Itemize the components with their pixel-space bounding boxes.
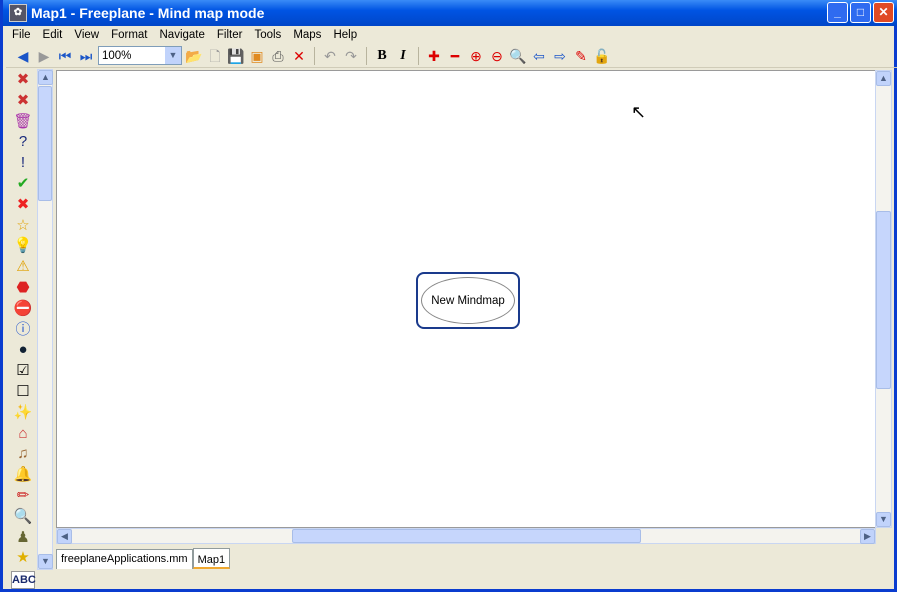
menu-tools[interactable]: Tools [248,29,287,41]
scroll-left-button[interactable]: ◀ [57,529,72,544]
unfold-icon[interactable]: ⊕ [467,47,485,65]
menu-bar: File Edit View Format Navigate Filter To… [6,26,897,44]
menu-edit[interactable]: Edit [37,29,69,41]
title-bar: ✿ Map1 - Freeplane - Mind map mode _ □ ✕ [3,0,897,26]
chevron-down-icon[interactable]: ▼ [165,47,181,64]
menu-view[interactable]: View [68,29,105,41]
spellcheck-icon[interactable]: ABC [11,571,36,589]
stop-sign-icon[interactable]: ⛔ [13,298,33,319]
bold-button[interactable]: B [373,47,391,65]
italic-button[interactable]: I [394,47,412,65]
menu-navigate[interactable]: Navigate [154,29,211,41]
tab-freeplane-applications[interactable]: freeplaneApplications.mm [56,549,193,569]
map-canvas[interactable]: New Mindmap [56,70,876,528]
open-icon[interactable]: 📂 [185,47,203,65]
new-map-icon[interactable]: 🗋 [206,47,224,65]
icon-toolbar-scrollbar[interactable]: ▲ ▼ [37,69,53,570]
find-next-icon[interactable]: ⇨ [551,47,569,65]
minimize-button[interactable]: _ [827,2,848,23]
scroll-thumb[interactable] [38,86,52,201]
app-window: ✿ Map1 - Freeplane - Mind map mode _ □ ✕… [0,0,897,592]
back-icon[interactable]: ◀ [14,47,32,65]
bomb-icon[interactable]: ● [13,339,33,360]
menu-format[interactable]: Format [105,29,153,41]
stamp-icon[interactable]: ♟ [13,527,33,548]
unlock-icon[interactable]: 🔓 [593,47,611,65]
icon-toolbar: ✖ ✖ 🗑?! ✔ ✖ ☆ 💡 ⚠ ⬣ ⛔ ⓘ ● ☑ ☐ ✨ ⌂ ♫ 🔔 ✏ 🔍 ♟ ★ [9,69,37,569]
separator [418,46,419,65]
previous-map-icon[interactable]: ⏮ [56,47,74,65]
scroll-down-button[interactable]: ▼ [38,554,53,569]
tab-map1[interactable]: Map1 [192,548,231,569]
scroll-up-button[interactable]: ▲ [876,71,891,86]
scroll-right-button[interactable]: ▶ [860,529,875,544]
window-title: Map1 - Freeplane - Mind map mode [31,5,265,21]
wizard-icon[interactable]: ✨ [13,402,33,423]
star2-icon[interactable]: ★ [13,547,33,568]
scroll-up-button[interactable]: ▲ [38,70,53,85]
checked-icon[interactable]: ☑ [13,360,33,381]
root-node[interactable]: New Mindmap [416,272,520,329]
separator [366,46,367,65]
bell-icon[interactable]: 🔔 [13,464,33,485]
pencil-icon[interactable]: ✏ [13,485,33,506]
stop-icon[interactable]: ⬣ [13,277,33,298]
find-icon[interactable]: 🔍 [509,47,527,65]
scroll-down-button[interactable]: ▼ [876,512,891,527]
help-icon[interactable]: ? [13,131,33,152]
maximize-button[interactable]: □ [850,2,871,23]
cancel-icon[interactable]: ✖ [13,194,33,215]
save-all-icon[interactable]: ▣ [248,47,266,65]
toolbar: ◀ ▶ ⏮ ⏭ 100% ▼ 📂 🗋 💾 ▣ ⎙ ✕ ↶ ↷ B I ✚ ━ ⊕ … [6,44,897,68]
print-icon[interactable]: ⎙ [269,47,287,65]
important-icon[interactable]: ! [13,152,33,173]
remove-cloud-icon[interactable]: ━ [446,47,464,65]
scroll-thumb[interactable] [292,529,641,543]
separator [314,46,315,65]
find-previous-icon[interactable]: ⇦ [530,47,548,65]
root-node-text[interactable]: New Mindmap [421,277,515,324]
close-map-icon[interactable]: ✕ [290,47,308,65]
mouse-cursor-icon: ↖ [631,102,647,122]
idea-icon[interactable]: 💡 [13,235,33,256]
music-icon[interactable]: ♫ [13,443,33,464]
warning-icon[interactable]: ⚠ [13,256,33,277]
menu-help[interactable]: Help [327,29,363,41]
scroll-thumb[interactable] [876,211,891,389]
remove-last-icon[interactable]: ✖ [13,90,33,111]
next-map-icon[interactable]: ⏭ [77,47,95,65]
menu-filter[interactable]: Filter [211,29,249,41]
save-icon[interactable]: 💾 [227,47,245,65]
forward-icon[interactable]: ▶ [35,47,53,65]
undo-icon[interactable]: ↶ [321,47,339,65]
redo-icon[interactable]: ↷ [342,47,360,65]
magnifier-icon[interactable]: 🔍 [13,506,33,527]
remove-all-icon[interactable]: 🗑 [13,111,33,132]
close-button[interactable]: ✕ [873,2,894,23]
home-icon[interactable]: ⌂ [13,423,33,444]
zoom-select[interactable]: 100% ▼ [98,46,182,65]
map-horizontal-scrollbar[interactable]: ◀ ▶ [56,528,876,544]
zoom-value: 100% [102,49,132,62]
map-vertical-scrollbar[interactable]: ▲ ▼ [875,70,892,528]
add-cloud-icon[interactable]: ✚ [425,47,443,65]
fold-icon[interactable]: ⊖ [488,47,506,65]
info-icon[interactable]: ⓘ [13,319,33,340]
menu-file[interactable]: File [6,29,37,41]
menu-maps[interactable]: Maps [287,29,327,41]
ok-icon[interactable]: ✔ [13,173,33,194]
unchecked-icon[interactable]: ☐ [13,381,33,402]
map-tabs: freeplaneApplications.mm Map1 [56,548,231,569]
freeplane-logo-icon: ✿ [9,4,27,22]
edit-icon[interactable]: ✎ [572,47,590,65]
star-icon[interactable]: ☆ [13,215,33,236]
remove-first-icon[interactable]: ✖ [13,69,33,90]
